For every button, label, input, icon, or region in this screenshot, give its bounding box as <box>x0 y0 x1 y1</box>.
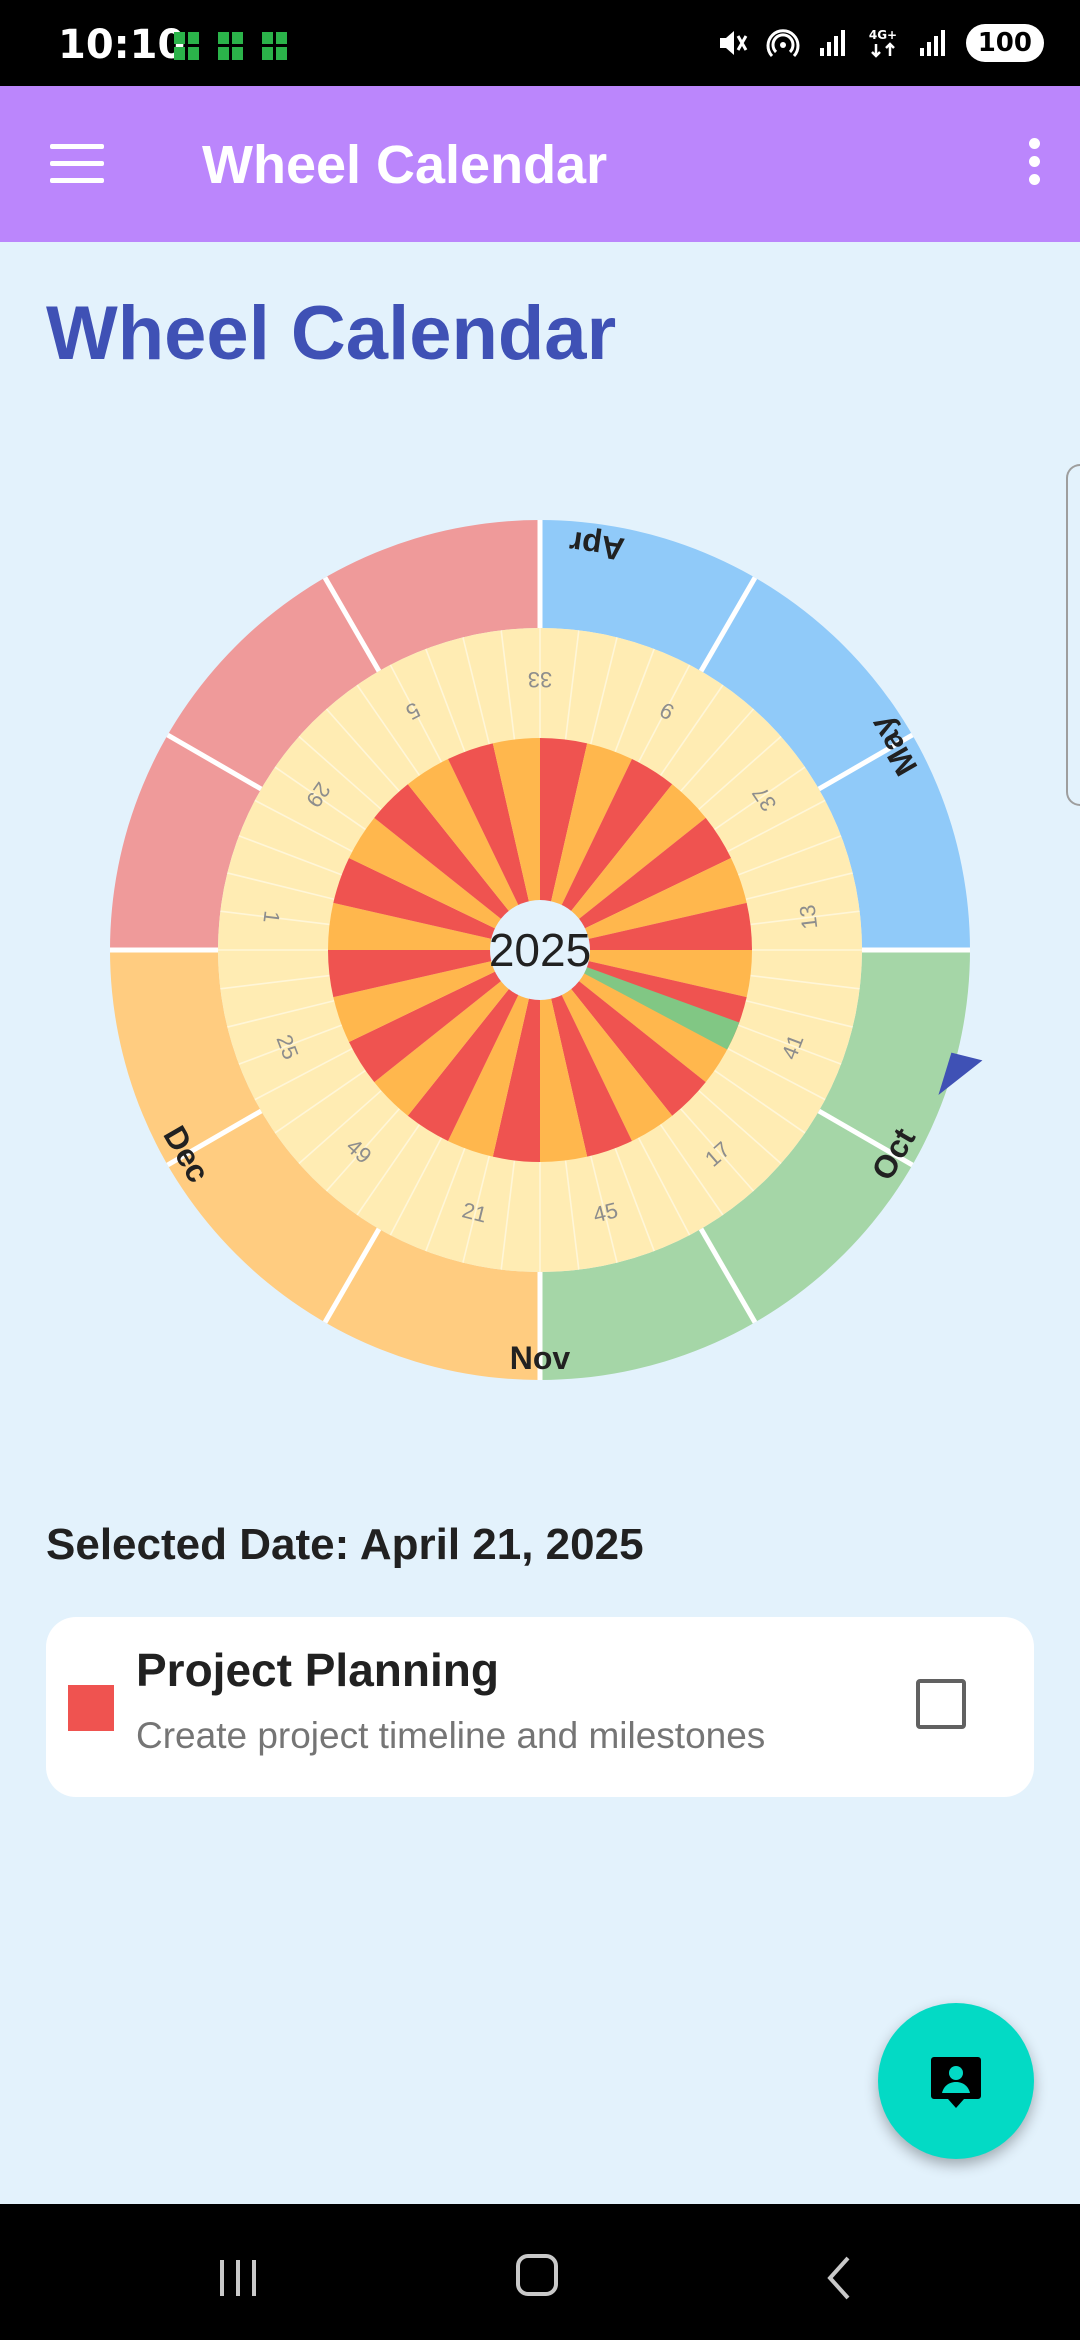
app-title: Wheel Calendar <box>202 135 608 195</box>
signal-icon <box>819 30 845 56</box>
recents-icon[interactable] <box>216 2258 260 2298</box>
week-number-label: 33 <box>528 667 552 692</box>
month-label: Apr <box>567 524 627 567</box>
app-notification-icon <box>218 32 243 60</box>
menu-icon[interactable] <box>50 144 106 184</box>
task-description: Create project timeline and milestones <box>136 1715 766 1756</box>
back-icon[interactable] <box>824 2254 854 2302</box>
battery-indicator: 100 <box>965 24 1044 62</box>
app-notification-icon <box>262 32 287 60</box>
task-color-indicator <box>68 1685 114 1731</box>
4g-data-icon: 4G+ <box>869 28 897 58</box>
more-options-icon[interactable] <box>1026 138 1042 188</box>
mute-icon <box>719 31 748 55</box>
svg-text:4G+: 4G+ <box>869 28 897 42</box>
notification-icons <box>172 30 290 62</box>
status-right-icons: 4G+ 100 <box>716 24 1044 62</box>
side-drawer-handle[interactable] <box>1066 464 1080 806</box>
system-nav-bar <box>0 2204 1080 2340</box>
add-task-button[interactable] <box>878 2003 1034 2159</box>
week-number-label: 13 <box>795 903 823 930</box>
task-complete-checkbox[interactable] <box>916 1679 966 1729</box>
wheel-calendar[interactable]: 202533937134117452149251295AprMayOctNovD… <box>90 500 990 1400</box>
home-icon[interactable] <box>516 2254 558 2296</box>
app-notification-icon <box>174 32 199 60</box>
signal-icon <box>919 30 945 56</box>
selected-date-label: Selected Date: April 21, 2025 <box>46 1520 644 1569</box>
task-title: Project Planning <box>136 1644 499 1696</box>
contact-support-icon <box>931 2057 981 2108</box>
hotspot-icon <box>766 29 800 58</box>
task-card[interactable]: Project Planning Create project timeline… <box>46 1617 1034 1797</box>
status-time: 10:10 <box>58 22 186 68</box>
month-label: Nov <box>510 1340 571 1376</box>
page-title: Wheel Calendar <box>46 291 617 376</box>
app-bar: Wheel Calendar <box>0 86 1080 242</box>
status-bar: 10:10 4G+ 100 <box>0 0 1080 86</box>
year-label: 2025 <box>489 924 591 976</box>
